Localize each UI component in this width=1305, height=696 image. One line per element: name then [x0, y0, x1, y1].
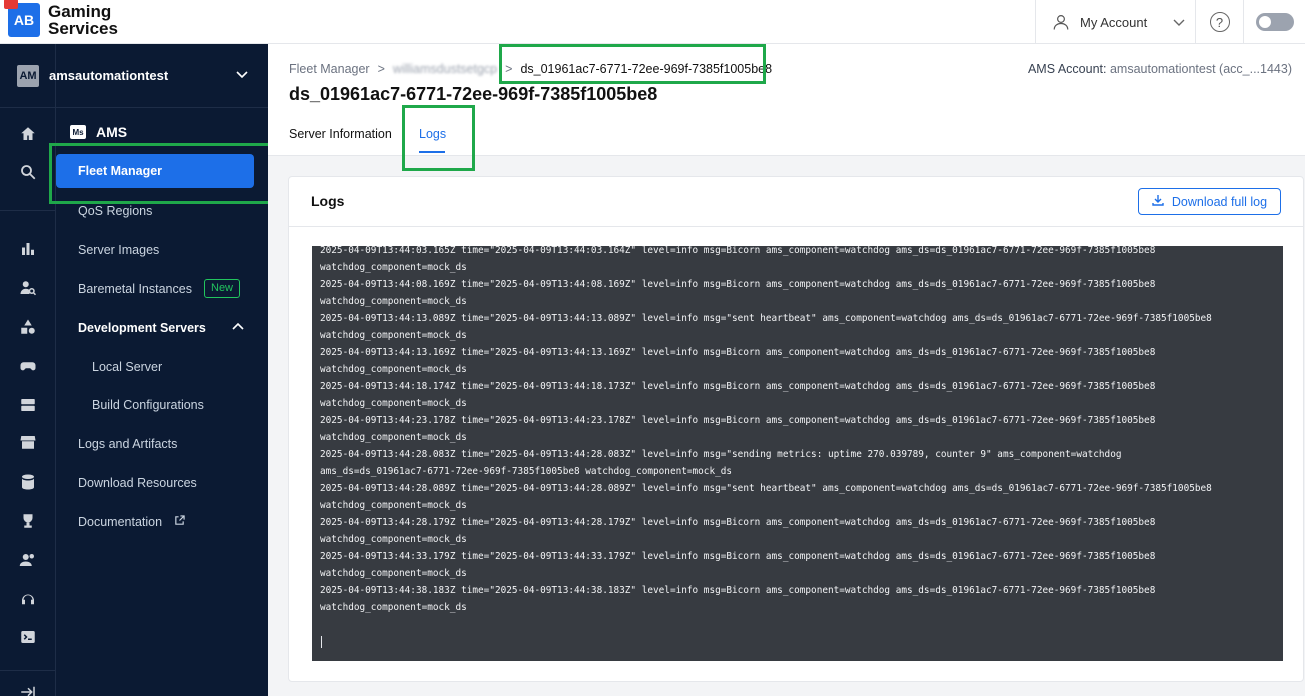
user-search-icon[interactable] [18, 278, 38, 298]
user-icon [1053, 15, 1069, 30]
top-bar: AB Gaming Services My Account ? [0, 0, 1305, 44]
log-line: 2025-04-09T13:44:13.089Z time="2025-04-0… [320, 313, 1212, 324]
icon-rail [0, 44, 56, 696]
sidebar-item-label: Documentation [78, 515, 163, 529]
ams-account-label: AMS Account: [1027, 62, 1107, 76]
breadcrumb-separator: > [377, 62, 385, 76]
store-icon[interactable] [18, 432, 38, 452]
chevron-down-icon [236, 68, 248, 82]
log-line: 2025-04-09T13:44:08.169Z time="2025-04-0… [320, 279, 1156, 290]
external-link-icon [174, 515, 185, 529]
log-lines: 2025-04-09T13:44:03.165Z time="2025-04-0… [320, 246, 1212, 616]
namespace-selector[interactable]: AM amsautomationtest [0, 44, 268, 108]
brand-logo[interactable]: AB Gaming Services [4, 0, 118, 40]
logs-card-header: Logs Download full log [289, 177, 1303, 227]
page-header: Fleet Manager > williamsdustsetgcp > ds_… [268, 44, 1305, 171]
my-account-menu[interactable]: My Account [1035, 0, 1195, 44]
log-line: watchdog_component=mock_ds [320, 500, 467, 511]
log-line: 2025-04-09T13:44:13.169Z time="2025-04-0… [320, 347, 1156, 358]
sidebar-item-documentation[interactable]: Documentation [78, 515, 185, 529]
log-line: 2025-04-09T13:44:28.083Z time="2025-04-0… [320, 449, 1122, 460]
tab-server-information[interactable]: Server Information [289, 127, 392, 141]
log-line: 2025-04-09T13:44:28.179Z time="2025-04-0… [320, 517, 1156, 528]
highlight-box-breadcrumb [499, 44, 766, 84]
highlight-box-logs-tab [402, 105, 475, 171]
log-output[interactable]: 2025-04-09T13:44:03.165Z time="2025-04-0… [312, 246, 1283, 661]
chevron-up-icon[interactable] [232, 321, 244, 333]
log-line: 2025-04-09T13:44:23.178Z time="2025-04-0… [320, 415, 1156, 426]
log-line: watchdog_component=mock_ds [320, 364, 467, 375]
ams-section-label: AMS [96, 124, 128, 140]
sidebar: AM amsautomationtest Ms AMS Fleet Manage… [0, 44, 272, 696]
users-icon[interactable] [18, 550, 38, 570]
brand-line2: Services [48, 19, 118, 38]
sidebar-item-server-images[interactable]: Server Images [78, 243, 159, 257]
sidebar-item-local-server[interactable]: Local Server [92, 360, 162, 374]
collapse-icon[interactable] [18, 682, 38, 696]
logs-card: Logs Download full log 2025-04-09T13:44:… [288, 176, 1304, 682]
highlight-box-fleet-manager [49, 143, 272, 204]
home-icon[interactable] [18, 124, 38, 144]
trophy-icon[interactable] [18, 511, 38, 531]
search-icon[interactable] [18, 162, 38, 182]
ams-section-title: Ms AMS [70, 124, 127, 140]
log-line: 2025-04-09T13:44:28.089Z time="2025-04-0… [320, 483, 1212, 494]
namespace-name: amsautomationtest [49, 68, 169, 83]
text-cursor [321, 636, 322, 648]
log-line: 2025-04-09T13:44:03.165Z time="2025-04-0… [320, 246, 1156, 256]
gamepad-icon[interactable] [18, 356, 38, 376]
log-line: watchdog_component=mock_ds [320, 296, 467, 307]
terminal-icon[interactable] [18, 627, 38, 647]
toggle-switch [1255, 13, 1294, 31]
log-line: watchdog_component=mock_ds [320, 534, 467, 545]
help-icon: ? [1209, 12, 1230, 32]
log-line: watchdog_component=mock_ds [320, 330, 467, 341]
log-line: watchdog_component=mock_ds [320, 602, 467, 613]
sidebar-item-baremetal-instances[interactable]: Baremetal Instances [78, 282, 192, 296]
sidebar-item-qos-regions[interactable]: QoS Regions [78, 204, 152, 218]
log-line: 2025-04-09T13:44:33.179Z time="2025-04-0… [320, 551, 1156, 562]
server-icon[interactable] [18, 395, 38, 415]
log-line: watchdog_component=mock_ds [320, 398, 467, 409]
main-content: Fleet Manager > williamsdustsetgcp > ds_… [268, 44, 1305, 696]
theme-toggle[interactable] [1243, 0, 1305, 44]
log-line: 2025-04-09T13:44:18.174Z time="2025-04-0… [320, 381, 1156, 392]
new-badge: New [204, 279, 241, 298]
help-button[interactable]: ? [1195, 0, 1243, 44]
log-line: watchdog_component=mock_ds [320, 568, 467, 579]
download-full-log-button[interactable]: Download full log [1138, 188, 1281, 215]
database-icon[interactable] [18, 472, 38, 492]
log-line: 2025-04-09T13:44:38.183Z time="2025-04-0… [320, 585, 1156, 596]
log-line: watchdog_component=mock_ds [320, 262, 467, 273]
log-line: watchdog_component=mock_ds [320, 432, 467, 443]
download-icon [1152, 194, 1164, 209]
logs-card-title: Logs [311, 193, 345, 209]
ams-account-value: amsautomationtest (acc_...1443) [1109, 62, 1292, 76]
sidebar-item-development-servers[interactable]: Development Servers [78, 321, 206, 335]
bar-chart-icon[interactable] [18, 239, 38, 259]
sidebar-item-build-configurations[interactable]: Build Configurations [92, 398, 204, 412]
log-line: ams_ds=ds_01961ac7-6771-72ee-969f-7385f1… [320, 466, 733, 477]
page-title: ds_01961ac7-6771-72ee-969f-7385f1005be8 [289, 84, 658, 104]
breadcrumb-fleet-manager[interactable]: Fleet Manager [289, 62, 370, 76]
shapes-icon[interactable] [18, 317, 38, 337]
namespace-avatar: AM [17, 64, 39, 87]
breadcrumb-fleet[interactable]: williamsdustsetgcp [393, 62, 497, 76]
sidebar-item-download-resources[interactable]: Download Resources [78, 476, 197, 490]
ams-account-info: AMS Account: amsautomationtest (acc_...1… [1028, 62, 1292, 76]
brand-mark: AB [4, 0, 40, 37]
download-full-log-label: Download full log [1171, 194, 1268, 209]
headset-icon[interactable] [18, 589, 38, 609]
my-account-label: My Account [1080, 14, 1148, 30]
chevron-down-icon [1173, 15, 1185, 30]
sidebar-item-logs-and-artifacts[interactable]: Logs and Artifacts [78, 437, 177, 451]
brand-line1: Gaming [48, 2, 112, 21]
ams-icon: Ms [70, 125, 86, 139]
brand-name: Gaming Services [48, 3, 118, 37]
